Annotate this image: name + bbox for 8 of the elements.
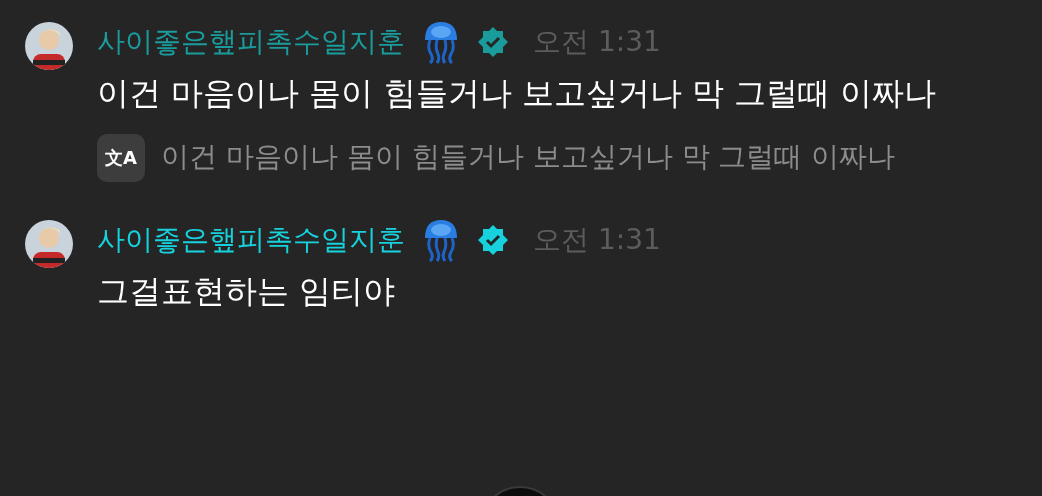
avatar[interactable]: [25, 22, 73, 70]
message-text: 이건 마음이나 몸이 힘들거나 보고싶거나 막 그럴때 이짜나: [97, 73, 938, 114]
translate-icon[interactable]: 文A: [97, 134, 145, 182]
message-text: 그걸표현하는 임티야: [97, 271, 397, 312]
translated-text: 이건 마음이나 몸이 힘들거나 보고싶거나 막 그럴때 이짜나: [161, 140, 896, 173]
author-name[interactable]: 사이좋은햎피촉수일지훈: [97, 218, 405, 262]
author-name[interactable]: 사이좋은햎피촉수일지훈: [97, 20, 405, 64]
avatar[interactable]: [25, 220, 73, 268]
